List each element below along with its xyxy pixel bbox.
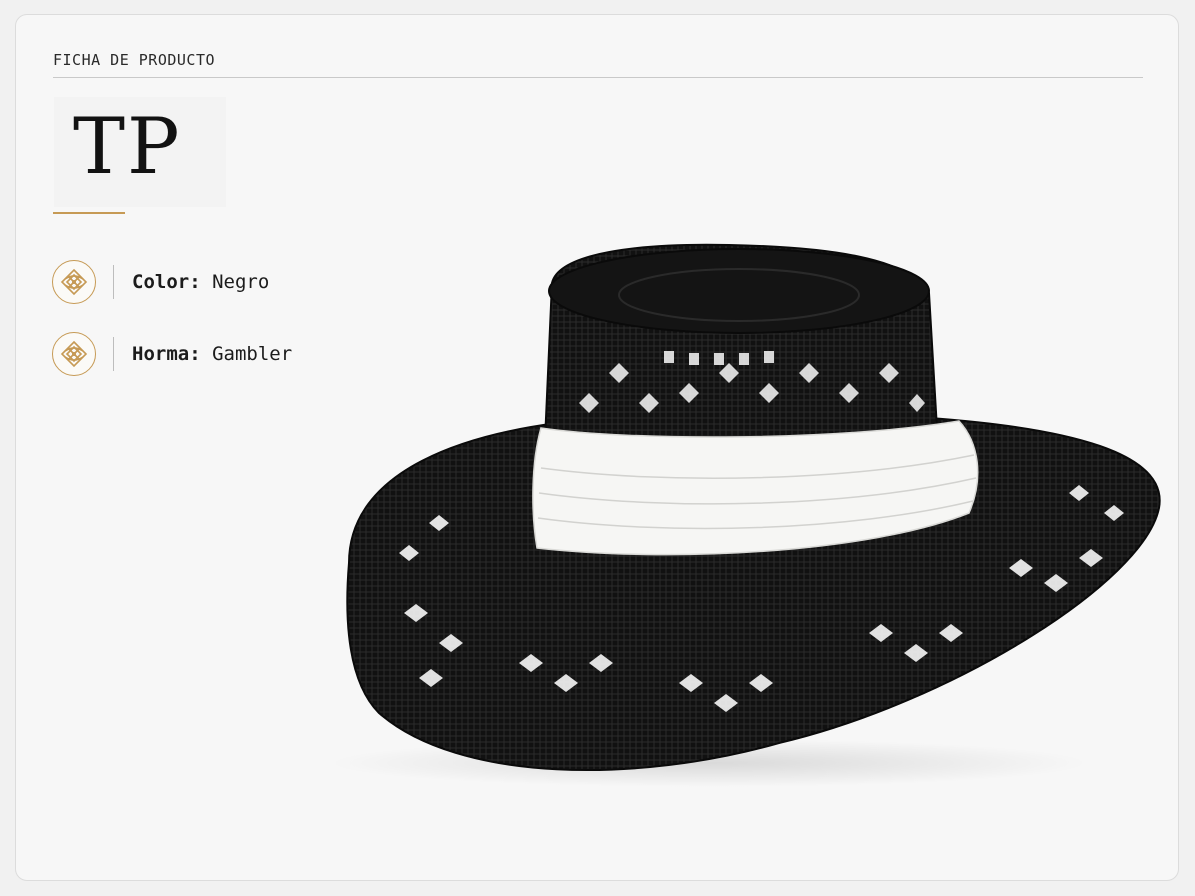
attribute-text: Color: Negro — [132, 271, 269, 293]
brand-logo-container: TP — [54, 97, 226, 207]
attribute-divider — [113, 265, 114, 299]
attribute-divider — [113, 337, 114, 371]
attribute-value-color: Negro — [212, 271, 270, 293]
attribute-row-horma: Horma: Gambler — [52, 332, 292, 376]
woven-knot-icon — [52, 260, 96, 304]
attribute-row-color: Color: Negro — [52, 260, 269, 304]
accent-divider — [53, 212, 125, 214]
attribute-text: Horma: Gambler — [132, 343, 292, 365]
section-eyebrow: FICHA DE PRODUCTO — [53, 51, 216, 69]
header-divider — [53, 77, 1143, 78]
attribute-key-horma: Horma: — [132, 343, 201, 365]
attribute-value-horma: Gambler — [212, 343, 293, 365]
woven-knot-icon — [52, 332, 96, 376]
brand-logo: TP — [73, 102, 182, 192]
attribute-key-color: Color: — [132, 271, 201, 293]
product-photo — [329, 243, 1161, 787]
product-sheet-card: FICHA DE PRODUCTO TP Color: Negro Horma:… — [15, 14, 1179, 881]
